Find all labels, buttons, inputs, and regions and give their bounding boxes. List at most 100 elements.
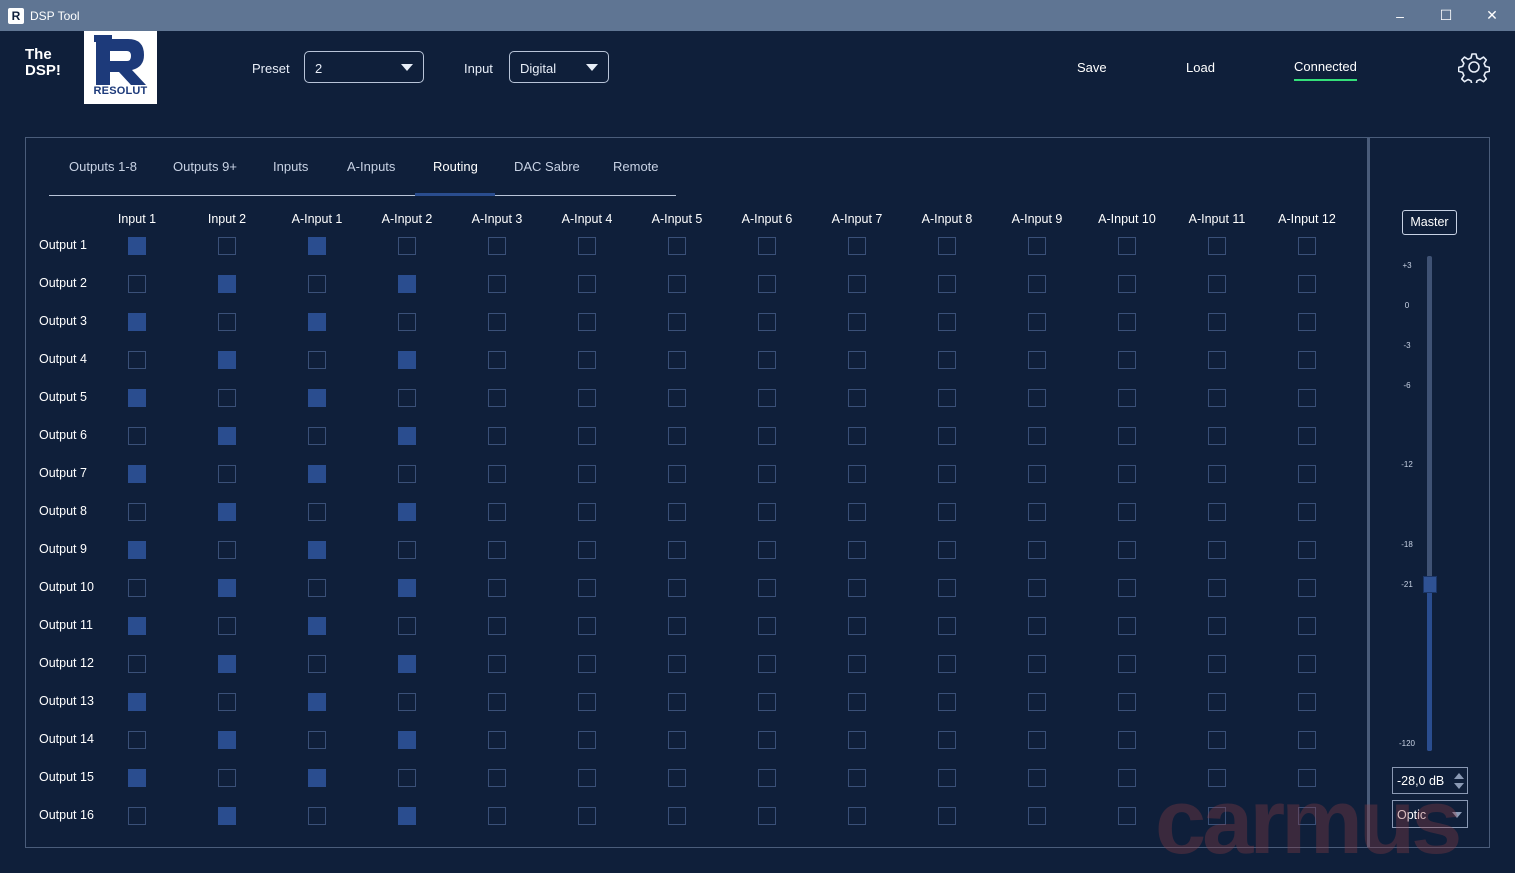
routing-checkbox[interactable]	[1028, 427, 1046, 445]
routing-checkbox[interactable]	[1118, 313, 1136, 331]
routing-checkbox[interactable]	[1298, 541, 1316, 559]
tab-remote[interactable]: Remote	[613, 159, 659, 174]
routing-checkbox[interactable]	[848, 617, 866, 635]
routing-checkbox[interactable]	[308, 275, 326, 293]
routing-checkbox[interactable]	[848, 693, 866, 711]
routing-checkbox[interactable]	[308, 351, 326, 369]
routing-checkbox[interactable]	[578, 427, 596, 445]
routing-checkbox[interactable]	[1298, 503, 1316, 521]
routing-checkbox[interactable]	[1118, 655, 1136, 673]
routing-checkbox[interactable]	[398, 351, 416, 369]
routing-checkbox[interactable]	[1208, 693, 1226, 711]
routing-checkbox[interactable]	[668, 579, 686, 597]
routing-checkbox[interactable]	[488, 427, 506, 445]
routing-checkbox[interactable]	[938, 275, 956, 293]
routing-checkbox[interactable]	[578, 503, 596, 521]
routing-checkbox[interactable]	[848, 237, 866, 255]
routing-checkbox[interactable]	[1298, 655, 1316, 673]
routing-checkbox[interactable]	[218, 237, 236, 255]
routing-checkbox[interactable]	[1208, 731, 1226, 749]
routing-checkbox[interactable]	[938, 617, 956, 635]
routing-checkbox[interactable]	[668, 465, 686, 483]
routing-checkbox[interactable]	[1208, 617, 1226, 635]
routing-checkbox[interactable]	[308, 313, 326, 331]
routing-checkbox[interactable]	[1118, 465, 1136, 483]
routing-checkbox[interactable]	[1298, 693, 1316, 711]
routing-checkbox[interactable]	[1118, 275, 1136, 293]
routing-checkbox[interactable]	[488, 769, 506, 787]
routing-checkbox[interactable]	[488, 275, 506, 293]
gear-icon[interactable]	[1457, 51, 1491, 86]
routing-checkbox[interactable]	[1118, 351, 1136, 369]
routing-checkbox[interactable]	[488, 351, 506, 369]
routing-checkbox[interactable]	[1028, 389, 1046, 407]
routing-checkbox[interactable]	[308, 579, 326, 597]
routing-checkbox[interactable]	[578, 313, 596, 331]
master-level-spinbox[interactable]: -28,0 dB	[1392, 767, 1468, 794]
connection-status[interactable]: Connected	[1294, 59, 1357, 81]
routing-checkbox[interactable]	[1298, 313, 1316, 331]
routing-checkbox[interactable]	[1028, 275, 1046, 293]
routing-checkbox[interactable]	[758, 389, 776, 407]
routing-checkbox[interactable]	[308, 617, 326, 635]
routing-checkbox[interactable]	[848, 655, 866, 673]
routing-checkbox[interactable]	[1298, 807, 1316, 825]
routing-checkbox[interactable]	[218, 389, 236, 407]
routing-checkbox[interactable]	[1028, 617, 1046, 635]
master-slider-thumb[interactable]	[1423, 576, 1437, 593]
routing-checkbox[interactable]	[488, 693, 506, 711]
routing-checkbox[interactable]	[848, 769, 866, 787]
routing-checkbox[interactable]	[578, 807, 596, 825]
routing-checkbox[interactable]	[1298, 275, 1316, 293]
routing-checkbox[interactable]	[1118, 579, 1136, 597]
spin-down-icon[interactable]	[1454, 783, 1464, 789]
routing-checkbox[interactable]	[1028, 655, 1046, 673]
routing-checkbox[interactable]	[128, 693, 146, 711]
routing-checkbox[interactable]	[1118, 503, 1136, 521]
routing-checkbox[interactable]	[938, 389, 956, 407]
tab-inputs[interactable]: Inputs	[273, 159, 308, 174]
routing-checkbox[interactable]	[398, 503, 416, 521]
routing-checkbox[interactable]	[128, 313, 146, 331]
routing-checkbox[interactable]	[848, 427, 866, 445]
routing-checkbox[interactable]	[848, 351, 866, 369]
routing-checkbox[interactable]	[488, 807, 506, 825]
routing-checkbox[interactable]	[128, 617, 146, 635]
routing-checkbox[interactable]	[488, 655, 506, 673]
routing-checkbox[interactable]	[128, 541, 146, 559]
routing-checkbox[interactable]	[848, 807, 866, 825]
routing-checkbox[interactable]	[758, 237, 776, 255]
routing-checkbox[interactable]	[848, 731, 866, 749]
routing-checkbox[interactable]	[1118, 807, 1136, 825]
routing-checkbox[interactable]	[1028, 351, 1046, 369]
routing-checkbox[interactable]	[1208, 579, 1226, 597]
routing-checkbox[interactable]	[1028, 313, 1046, 331]
routing-checkbox[interactable]	[668, 769, 686, 787]
tab-routing[interactable]: Routing	[433, 159, 478, 174]
routing-checkbox[interactable]	[1298, 731, 1316, 749]
routing-checkbox[interactable]	[218, 655, 236, 673]
routing-checkbox[interactable]	[578, 237, 596, 255]
routing-checkbox[interactable]	[218, 465, 236, 483]
master-slider-track[interactable]	[1427, 256, 1432, 751]
routing-checkbox[interactable]	[758, 503, 776, 521]
routing-checkbox[interactable]	[1208, 237, 1226, 255]
routing-checkbox[interactable]	[668, 693, 686, 711]
routing-checkbox[interactable]	[938, 769, 956, 787]
routing-checkbox[interactable]	[1208, 313, 1226, 331]
routing-checkbox[interactable]	[128, 769, 146, 787]
routing-checkbox[interactable]	[128, 351, 146, 369]
routing-checkbox[interactable]	[1298, 351, 1316, 369]
routing-checkbox[interactable]	[668, 275, 686, 293]
routing-checkbox[interactable]	[218, 275, 236, 293]
routing-checkbox[interactable]	[488, 503, 506, 521]
routing-checkbox[interactable]	[758, 465, 776, 483]
routing-checkbox[interactable]	[398, 541, 416, 559]
load-button[interactable]: Load	[1186, 60, 1215, 75]
maximize-button[interactable]: ☐	[1423, 0, 1469, 31]
routing-checkbox[interactable]	[1208, 351, 1226, 369]
routing-checkbox[interactable]	[668, 313, 686, 331]
routing-checkbox[interactable]	[1298, 465, 1316, 483]
routing-checkbox[interactable]	[128, 807, 146, 825]
routing-checkbox[interactable]	[1118, 237, 1136, 255]
